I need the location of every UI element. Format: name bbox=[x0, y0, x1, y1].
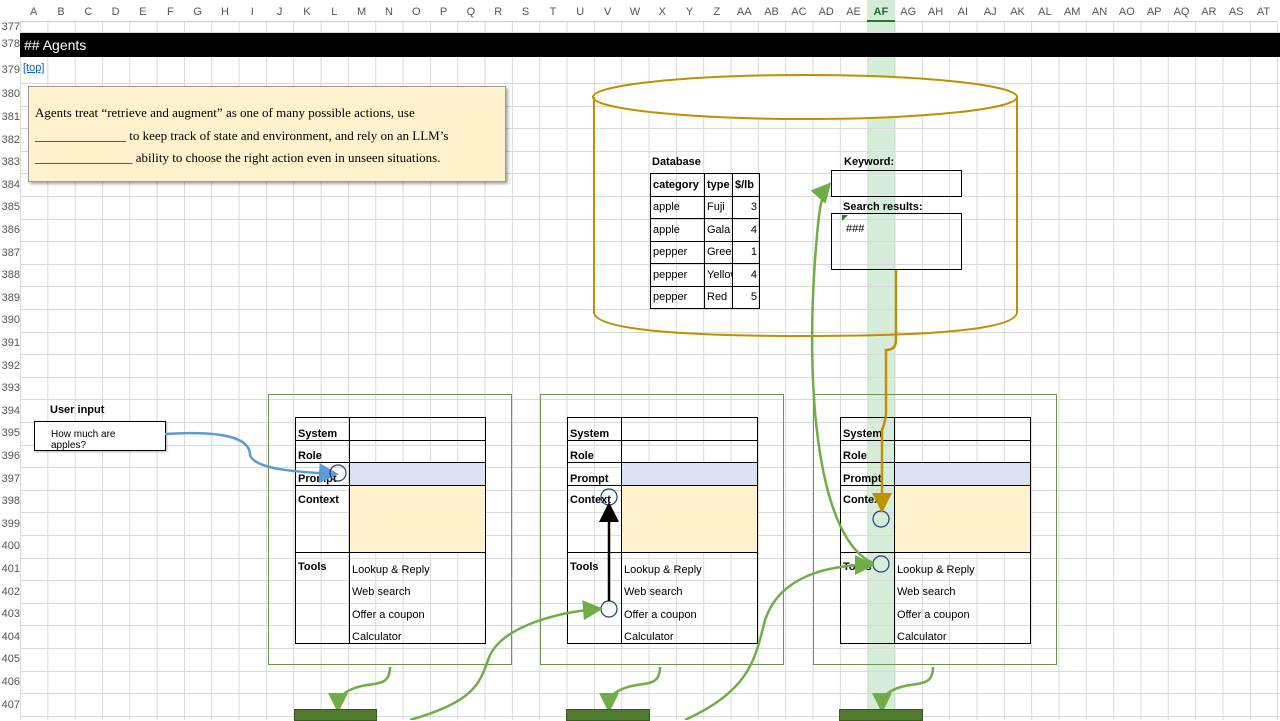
user-input-field[interactable]: How much are apples? bbox=[34, 421, 166, 451]
tool-item[interactable]: Calculator bbox=[350, 621, 485, 643]
search-results-box: ### bbox=[831, 213, 962, 270]
tool-item[interactable]: Offer a coupon bbox=[350, 598, 485, 621]
output-block-2 bbox=[566, 709, 650, 721]
tool-item[interactable]: Web search bbox=[350, 576, 485, 598]
tool-item[interactable]: Calculator bbox=[622, 621, 757, 643]
database-label: Database bbox=[652, 156, 701, 168]
output-block-1 bbox=[294, 709, 377, 721]
database-row: pepperYellow4 bbox=[650, 263, 760, 287]
tool-item[interactable]: Offer a coupon bbox=[895, 598, 1030, 621]
tool-item[interactable]: Offer a coupon bbox=[622, 598, 757, 621]
tool-item[interactable]: Web search bbox=[895, 576, 1030, 598]
prompt-table-3: System Role Prompt Context Tools Lookup … bbox=[840, 417, 1031, 644]
user-input-label: User input bbox=[50, 404, 105, 416]
tool-item[interactable]: Web search bbox=[622, 576, 757, 598]
tool-item[interactable]: Lookup & Reply bbox=[895, 553, 1030, 576]
output-block-3 bbox=[839, 709, 923, 721]
database-row: apple Gala 4 bbox=[650, 218, 760, 242]
search-results-value: ### bbox=[846, 223, 865, 235]
tool-item[interactable]: Lookup & Reply bbox=[622, 553, 757, 576]
prompt-table-2: System Role Prompt Context Tools Lookup … bbox=[567, 417, 758, 644]
database-table: category type $/lb apple Fuji 3 apple Gala 4 pep… bbox=[650, 173, 760, 309]
keyword-input[interactable] bbox=[831, 170, 962, 197]
tool-item[interactable]: Calculator bbox=[895, 621, 1030, 643]
tool-item[interactable]: Lookup & Reply bbox=[350, 553, 485, 576]
prompt-table-1: System Role Prompt Context Tools Lookup … bbox=[295, 417, 486, 644]
database-row: apple Fuji 3 bbox=[650, 195, 760, 219]
database-row: pepperGreen1 bbox=[650, 240, 760, 264]
database-row: pepper Red 5 bbox=[650, 285, 760, 309]
keyword-label: Keyword: bbox=[844, 156, 895, 168]
search-results-label: Search results: bbox=[843, 201, 923, 213]
